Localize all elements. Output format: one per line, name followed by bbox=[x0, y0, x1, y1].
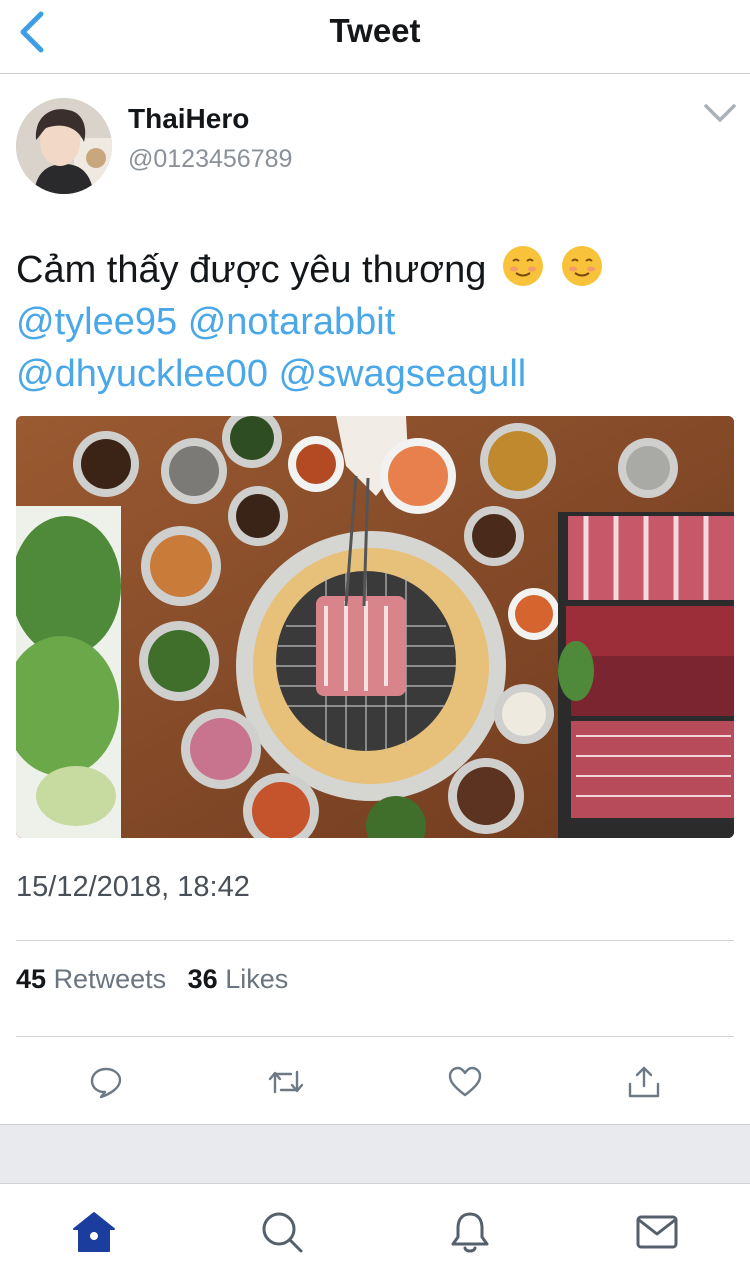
messages-icon bbox=[636, 1215, 678, 1249]
top-nav-bar: Tweet bbox=[0, 0, 750, 74]
tweet-text: Cảm thấy được yêu thương @tylee95 @notar… bbox=[16, 244, 736, 400]
bbq-photo-illustration bbox=[16, 416, 734, 838]
bottom-tab-bar bbox=[0, 1184, 750, 1280]
tweet-options-button[interactable] bbox=[700, 98, 740, 130]
mention-link[interactable]: @tylee95 bbox=[16, 301, 177, 343]
smiling-face-emoji bbox=[560, 244, 604, 288]
likes-label: Likes bbox=[225, 964, 289, 994]
reply-button[interactable] bbox=[84, 1060, 128, 1104]
share-button[interactable] bbox=[622, 1060, 666, 1104]
page-title: Tweet bbox=[329, 12, 421, 49]
share-icon bbox=[628, 1066, 660, 1098]
mention-link[interactable]: @swagseagull bbox=[279, 353, 527, 395]
section-separator bbox=[0, 1124, 750, 1184]
smiling-face-emoji bbox=[501, 244, 545, 288]
retweets-count: 45 bbox=[16, 964, 47, 994]
retweet-button[interactable] bbox=[264, 1060, 308, 1104]
notifications-icon bbox=[451, 1212, 489, 1253]
mention-link[interactable]: @dhyucklee00 bbox=[16, 353, 268, 395]
avatar-image bbox=[16, 98, 112, 194]
likes-stat[interactable]: 36 Likes bbox=[188, 964, 289, 995]
reply-icon bbox=[90, 1067, 122, 1099]
likes-count: 36 bbox=[187, 964, 218, 994]
mention-link[interactable]: @notarabbit bbox=[188, 301, 396, 343]
author-display-name[interactable]: ThaiHero bbox=[128, 103, 249, 135]
tweet-timestamp: 15/12/2018, 18:42 bbox=[16, 871, 250, 903]
chevron-down-icon bbox=[704, 104, 736, 122]
retweets-stat[interactable]: 45 Retweets bbox=[16, 964, 166, 995]
tab-notifications[interactable] bbox=[444, 1206, 496, 1258]
tab-home[interactable] bbox=[68, 1206, 120, 1258]
avatar[interactable] bbox=[16, 98, 112, 194]
retweet-icon bbox=[268, 1070, 304, 1094]
tab-search[interactable] bbox=[256, 1206, 308, 1258]
author-handle[interactable]: @0123456789 bbox=[128, 145, 292, 174]
divider bbox=[16, 1036, 734, 1037]
search-icon bbox=[262, 1212, 303, 1253]
divider bbox=[16, 940, 734, 941]
tweet-body: Cảm thấy được yêu thương bbox=[16, 249, 487, 291]
tab-messages[interactable] bbox=[631, 1206, 683, 1258]
home-icon bbox=[73, 1212, 115, 1252]
like-button[interactable] bbox=[443, 1060, 487, 1104]
tweet-photo[interactable] bbox=[16, 416, 734, 838]
tweet-stats: 45 Retweets 36 Likes bbox=[16, 964, 302, 995]
like-icon bbox=[448, 1066, 482, 1097]
retweets-label: Retweets bbox=[53, 964, 167, 994]
